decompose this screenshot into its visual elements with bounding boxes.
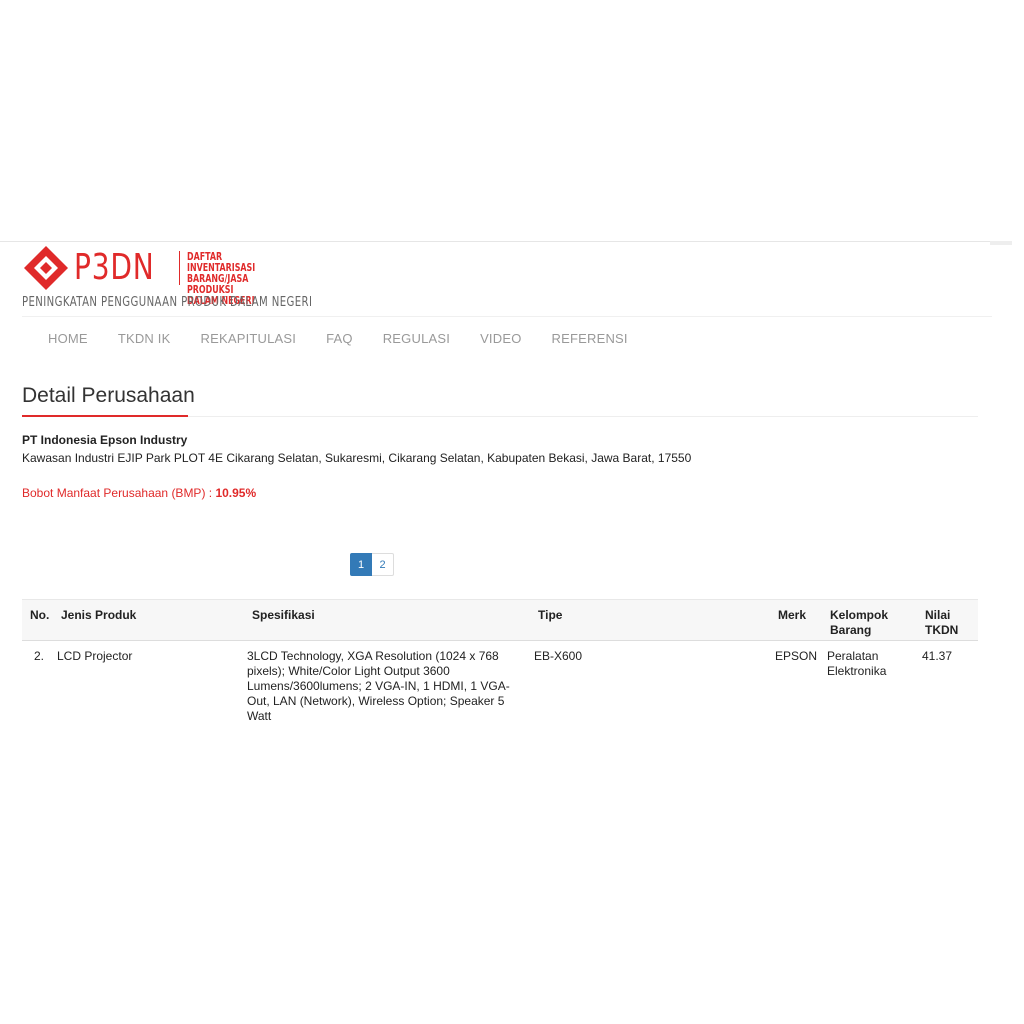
header-kelompok-barang: Kelompok Barang <box>830 608 889 637</box>
main-nav: HOME TKDN IK REKAPITULASI FAQ REGULASI V… <box>48 331 658 346</box>
logo[interactable]: P3DN DAFTAR INVENTARISASI BARANG/JASA PR… <box>22 244 992 306</box>
site-subtitle: PENINGKATAN PENGGUNAAN PRODUK DALAM NEGE… <box>22 295 313 310</box>
page-title: Detail Perusahaan <box>22 384 195 407</box>
nav-divider <box>22 316 992 317</box>
cell-kelompok-barang: Peralatan Elektronika <box>827 649 887 678</box>
cell-no: 2. <box>34 649 45 663</box>
nav-item-tkdn-ik[interactable]: TKDN IK <box>118 331 171 346</box>
pagination: 1 2 <box>350 553 394 576</box>
page-link-2[interactable]: 2 <box>372 553 394 576</box>
bmp-value: 10.95% <box>215 486 257 500</box>
nav-item-home[interactable]: HOME <box>48 331 88 346</box>
header-nilai-tkdn: Nilai TKDN <box>925 608 959 637</box>
cell-merk: EPSON <box>775 649 818 663</box>
page-title-accent <box>22 415 188 417</box>
cell-nilai-tkdn: 41.37 <box>922 649 953 663</box>
nav-item-rekapitulasi[interactable]: REKAPITULASI <box>201 331 297 346</box>
page-header: Detail Perusahaan <box>22 382 978 417</box>
scrollbar[interactable] <box>990 241 1012 245</box>
site-header: P3DN DAFTAR INVENTARISASI BARANG/JASA PR… <box>22 244 992 306</box>
logo-separator <box>179 251 180 285</box>
company-name: PT Indonesia Epson Industry <box>22 433 188 447</box>
nav-item-regulasi[interactable]: REGULASI <box>383 331 450 346</box>
nav-item-video[interactable]: VIDEO <box>480 331 521 346</box>
table-row: 2. LCD Projector 3LCD Technology, XGA Re… <box>22 641 978 723</box>
bmp-label: Bobot Manfaat Perusahaan (BMP) : <box>22 486 216 500</box>
cell-jenis-produk: LCD Projector <box>57 649 133 663</box>
header-spesifikasi: Spesifikasi <box>252 608 315 622</box>
product-table: No. Jenis Produk Spesifikasi Tipe Merk K… <box>22 599 978 723</box>
page-link-1[interactable]: 1 <box>350 553 372 576</box>
cell-tipe: EB-X600 <box>534 649 583 663</box>
p3dn-logo-icon <box>24 246 68 290</box>
top-divider <box>0 241 1012 242</box>
page: P3DN DAFTAR INVENTARISASI BARANG/JASA PR… <box>0 0 1024 1024</box>
header-no: No. <box>30 608 50 622</box>
nav-item-faq[interactable]: FAQ <box>326 331 353 346</box>
header-jenis-produk: Jenis Produk <box>61 608 137 622</box>
header-merk: Merk <box>778 608 807 622</box>
header-tipe: Tipe <box>538 608 563 622</box>
company-address: Kawasan Industri EJIP Park PLOT 4E Cikar… <box>22 451 692 465</box>
table-header: No. Jenis Produk Spesifikasi Tipe Merk K… <box>22 599 978 641</box>
nav-item-referensi[interactable]: REFERENSI <box>552 331 628 346</box>
bmp-info: Bobot Manfaat Perusahaan (BMP) : 10.95% <box>22 486 256 500</box>
cell-spesifikasi: 3LCD Technology, XGA Resolution (1024 x … <box>247 649 510 723</box>
logo-wordmark: P3DN <box>74 247 155 288</box>
